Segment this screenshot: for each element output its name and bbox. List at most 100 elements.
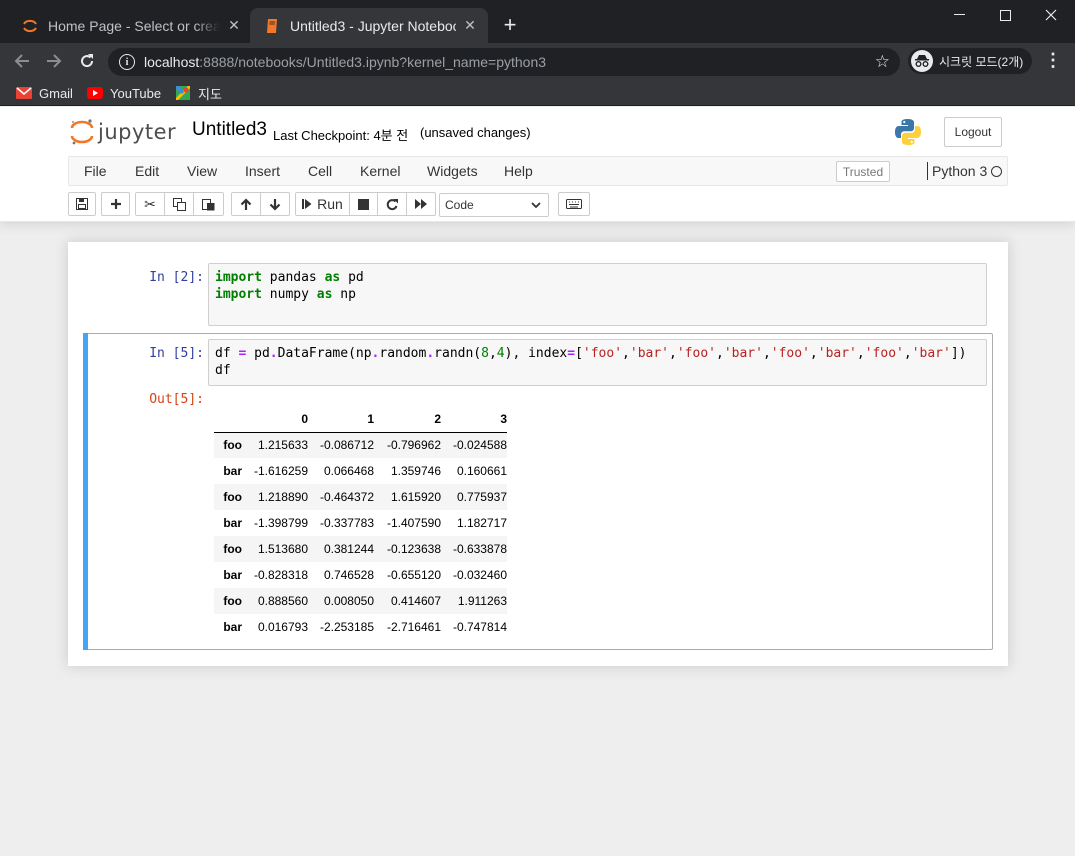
row-index-label: bar: [223, 516, 242, 530]
command-palette-button[interactable]: [558, 192, 590, 216]
bookmark-maps[interactable]: 지도: [175, 83, 222, 103]
table-cell: -0.337783: [319, 516, 374, 530]
menu-widgets[interactable]: Widgets: [427, 163, 478, 179]
new-tab-plus-icon[interactable]: +: [498, 14, 522, 38]
table-cell: 0.381244: [323, 542, 374, 556]
logout-button[interactable]: Logout: [944, 117, 1002, 147]
cell-type-value: Code: [445, 198, 474, 212]
browser-titlebar: Home Page - Select or create a notebook …: [0, 0, 1075, 43]
table-cell: -0.747814: [452, 620, 507, 634]
input-prompt: In [5]:: [149, 346, 204, 361]
jupyter-logo[interactable]: jupyter: [70, 117, 176, 147]
notebook-name[interactable]: Untitled3: [192, 119, 267, 141]
bookmark-star-icon[interactable]: ☆: [875, 52, 890, 72]
maps-icon: [175, 86, 191, 100]
bookmark-youtube[interactable]: YouTube: [87, 83, 161, 103]
menu-kernel[interactable]: Kernel: [360, 163, 400, 179]
table-cell: -1.398799: [253, 516, 308, 530]
interrupt-button[interactable]: [349, 192, 378, 216]
address-bar[interactable]: i localhost:8888/notebooks/Untitled3.ipy…: [108, 48, 900, 76]
incognito-indicator[interactable]: 시크릿 모드(2개): [908, 48, 1032, 74]
row-index-label: foo: [223, 594, 242, 608]
table-cell: -0.655120: [386, 568, 441, 582]
table-cell: -0.828318: [253, 568, 308, 582]
row-index-label: foo: [223, 438, 242, 453]
table-cell: 1.911263: [457, 594, 507, 608]
menu-edit[interactable]: Edit: [135, 163, 159, 179]
close-window-icon[interactable]: [1028, 0, 1074, 30]
autosave-status: (unsaved changes): [420, 125, 531, 140]
code-cell-input[interactable]: import pandas as pd import numpy as np: [208, 263, 987, 326]
restart-run-all-button[interactable]: [406, 192, 436, 216]
table-row: foo 1.215633 -0.086712 -0.796962 -0.024588: [214, 432, 507, 458]
reload-icon[interactable]: [75, 49, 99, 73]
table-cell: 0.888560: [257, 594, 308, 608]
paste-button[interactable]: [193, 192, 224, 216]
stop-icon: [358, 198, 369, 210]
row-index-label: bar: [223, 620, 242, 634]
run-label: Run: [317, 196, 343, 212]
save-button[interactable]: [68, 192, 96, 216]
keyboard-icon: [566, 199, 582, 209]
site-info-icon[interactable]: i: [119, 54, 135, 70]
scissors-icon: ✂: [144, 195, 156, 212]
menu-file[interactable]: File: [84, 163, 107, 179]
gmail-icon: [16, 86, 32, 100]
column-header: [214, 406, 246, 433]
back-arrow-icon[interactable]: [10, 49, 34, 73]
paste-icon: [202, 198, 215, 210]
table-cell: 1.513680: [257, 542, 308, 556]
table-cell: 0.008050: [323, 594, 374, 608]
table-row: foo 1.218890 -0.464372 1.615920 0.775937: [214, 484, 507, 510]
menu-view[interactable]: View: [187, 163, 217, 179]
menu-insert[interactable]: Insert: [245, 163, 280, 179]
checkpoint-status: Last Checkpoint: 4분 전: [273, 128, 409, 143]
table-cell: -1.407590: [386, 516, 441, 530]
cut-button[interactable]: ✂: [135, 192, 165, 216]
move-up-button[interactable]: [231, 192, 261, 216]
save-icon: [76, 198, 88, 210]
run-button[interactable]: Run: [295, 192, 350, 216]
input-prompt: In [2]:: [149, 270, 204, 285]
code-cell-input[interactable]: df = pd.DataFrame(np.random.randn(8,4), …: [208, 339, 987, 386]
plus-icon: [110, 199, 121, 209]
table-cell: -0.032460: [452, 568, 507, 582]
notebook-favicon-icon: [264, 18, 280, 34]
close-tab-icon[interactable]: ✕: [462, 17, 478, 34]
table-row: foo 0.888560 0.008050 0.414607 1.911263: [214, 588, 507, 614]
youtube-icon: [87, 86, 103, 100]
trusted-badge[interactable]: Trusted: [836, 161, 890, 182]
minimize-icon[interactable]: [936, 0, 982, 30]
row-index-label: bar: [223, 464, 242, 478]
step-forward-icon: [302, 199, 312, 209]
jupyter-page: jupyter Untitled3 Last Checkpoint: 4분 전 …: [0, 107, 1075, 856]
row-index-label: bar: [223, 568, 242, 582]
insert-cell-button[interactable]: [101, 192, 130, 216]
tab-home-page[interactable]: Home Page - Select or create a notebook …: [8, 8, 252, 43]
tab-title: Untitled3 - Jupyter Notebook: [290, 17, 456, 34]
copy-button[interactable]: [164, 192, 194, 216]
jupyter-header: jupyter Untitled3 Last Checkpoint: 4분 전 …: [0, 107, 1075, 222]
forward-arrow-icon[interactable]: [42, 49, 66, 73]
column-header: 2: [374, 406, 441, 433]
close-tab-icon[interactable]: ✕: [226, 17, 242, 34]
table-cell: 0.016793: [257, 620, 308, 634]
table-cell: -0.796962: [386, 438, 441, 453]
table-row: foo 1.513680 0.381244 -0.123638 -0.633878: [214, 536, 507, 562]
notebook-container: In [2]: import pandas as pd import numpy…: [68, 242, 1008, 666]
incognito-label: 시크릿 모드(2개): [939, 54, 1024, 69]
kernel-name[interactable]: Python 3: [927, 162, 987, 180]
table-row: bar -1.616259 0.066468 1.359746 0.160661: [214, 458, 507, 484]
cell-type-select[interactable]: Code: [439, 193, 549, 217]
maximize-icon[interactable]: [982, 0, 1028, 30]
row-index-label: foo: [223, 490, 242, 504]
copy-icon: [172, 197, 186, 211]
move-down-button[interactable]: [260, 192, 290, 216]
restart-button[interactable]: [377, 192, 407, 216]
menu-help[interactable]: Help: [504, 163, 533, 179]
menu-cell[interactable]: Cell: [308, 163, 332, 179]
bookmark-gmail[interactable]: Gmail: [16, 83, 73, 103]
table-cell: -1.616259: [253, 464, 308, 478]
tab-untitled3[interactable]: Untitled3 - Jupyter Notebook ✕: [250, 8, 488, 43]
kebab-menu-icon[interactable]: ⋮: [1044, 51, 1062, 71]
